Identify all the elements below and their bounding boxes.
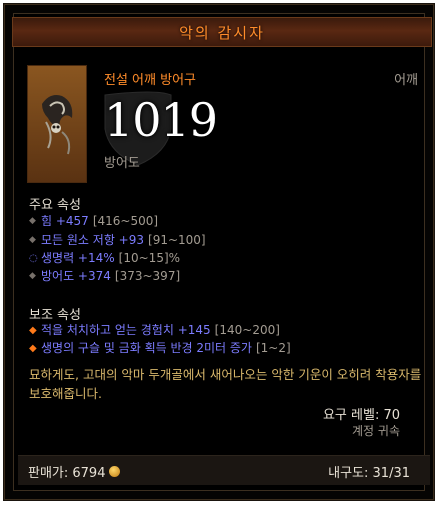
secondary-attributes-title: 보조 속성 [29, 308, 81, 323]
armor-value: 1019 [104, 93, 218, 147]
item-type: 전설 어깨 방어구 [104, 73, 196, 88]
shoulder-armor-icon [27, 65, 87, 183]
stat-text: 힘 +457 [41, 214, 89, 228]
enchant-circle-icon: ◌ [29, 253, 38, 264]
stat-range: [416~500] [92, 214, 159, 228]
diamond-bullet-icon: ◆ [29, 271, 36, 281]
gold-coin-icon [109, 466, 121, 477]
diamond-bullet-icon: ◆ [29, 216, 36, 226]
item-name-banner: 악의 감시자 [12, 17, 432, 47]
primary-stat: ◆ 방어도 +374 [373~397] [29, 268, 180, 285]
account-bound-label: 계정 귀속 [352, 424, 400, 438]
tooltip-footer: 판매가: 6794 내구도: 31/31 [18, 455, 430, 485]
stat-text: 생명의 구슬 및 금화 획득 반경 2미터 증가 [41, 341, 252, 355]
item-tooltip: 악의 감시자 전설 어깨 방어구 어깨 1019 방어도 주요 속성 ◆ 힘 +… [3, 3, 435, 501]
item-name: 악의 감시자 [179, 23, 265, 42]
stat-text: 적을 처치하고 얻는 경험치 +145 [41, 323, 211, 337]
primary-attributes-title: 주요 속성 [29, 198, 81, 213]
stat-text: 방어도 +374 [41, 269, 111, 283]
stat-range: [373~397] [114, 269, 181, 283]
diamond-bullet-icon: ◆ [29, 235, 36, 245]
flavor-text: 묘하게도, 고대의 악마 두개골에서 새어나오는 악한 기운이 오히려 착용자를… [29, 367, 422, 401]
primary-stat: ◆ 모든 원소 저항 +93 [91~100] [29, 232, 206, 249]
armor-label: 방어도 [104, 156, 140, 171]
item-header: 전설 어깨 방어구 어깨 1019 방어도 [24, 59, 424, 184]
sell-price-text: 판매가: 6794 [28, 466, 106, 481]
secondary-stat: ◆ 적을 처치하고 얻는 경험치 +145 [140~200] [29, 322, 280, 339]
stat-range: [10~15]% [118, 251, 181, 265]
orange-diamond-bullet-icon: ◆ [29, 325, 37, 336]
stat-text: 생명력 +14% [41, 251, 115, 265]
primary-stat: ◆ 힘 +457 [416~500] [29, 213, 158, 230]
orange-diamond-bullet-icon: ◆ [29, 343, 37, 354]
primary-stat: ◌ 생명력 +14% [10~15]% [29, 250, 180, 267]
slot-label: 어깨 [394, 73, 418, 88]
sell-price: 판매가: 6794 [28, 462, 121, 481]
stat-text: 모든 원소 저항 +93 [41, 233, 145, 247]
secondary-stat: ◆ 생명의 구슬 및 금화 획득 반경 2미터 증가 [1~2] [29, 340, 291, 357]
stat-range: [140~200] [214, 323, 280, 337]
durability: 내구도: 31/31 [328, 466, 410, 481]
stat-range: [91~100] [148, 233, 206, 247]
required-level: 요구 레벨: 70 [322, 408, 400, 423]
stat-range: [1~2] [255, 341, 291, 355]
